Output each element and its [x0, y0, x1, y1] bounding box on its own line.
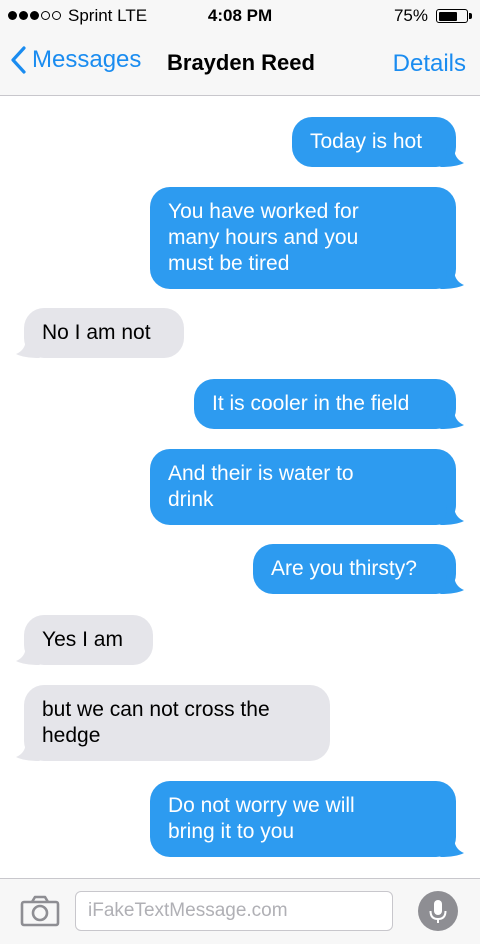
bubble-tail — [440, 147, 464, 167]
sent-message-bubble[interactable]: Today is hot — [292, 117, 456, 167]
received-message-bubble[interactable]: but we can not cross the hedge — [24, 685, 330, 761]
signal-strength-icon — [8, 11, 61, 20]
sent-message-bubble[interactable]: Are you thirsty? — [253, 544, 456, 594]
bubble-tail — [16, 338, 40, 358]
back-button[interactable]: Messages — [10, 46, 141, 74]
message-thread[interactable]: Today is hot You have worked for many hou… — [0, 96, 480, 878]
sent-message-bubble[interactable]: And their is water to drink — [150, 449, 456, 525]
bubble-tail — [440, 409, 464, 429]
sent-message-bubble[interactable]: Do not worry we will bring it to you — [150, 781, 456, 857]
status-bar: Sprint LTE 4:08 PM 75% — [0, 0, 480, 32]
microphone-icon — [429, 900, 447, 923]
carrier-label: Sprint LTE — [68, 6, 148, 25]
compose-bar — [0, 878, 480, 944]
received-message-bubble[interactable]: No I am not — [24, 308, 184, 358]
contact-name: Brayden Reed — [167, 50, 315, 75]
navigation-bar: Messages Brayden Reed Details — [0, 32, 480, 96]
received-message-bubble[interactable]: Yes I am — [24, 615, 153, 665]
sent-message-bubble[interactable]: You have worked for many hours and you m… — [150, 187, 456, 289]
camera-icon[interactable] — [20, 895, 60, 927]
bubble-tail — [16, 645, 40, 665]
bubble-tail — [440, 505, 464, 525]
chevron-left-icon — [11, 46, 26, 74]
bubble-tail — [440, 269, 464, 289]
details-button[interactable]: Details — [393, 50, 466, 78]
battery-percent: 75% — [393, 6, 428, 25]
sent-message-bubble[interactable]: It is cooler in the field — [194, 379, 456, 429]
bubble-tail — [440, 574, 464, 594]
message-input[interactable] — [75, 891, 393, 931]
microphone-button[interactable] — [418, 891, 458, 931]
back-label: Messages — [32, 46, 142, 73]
bubble-tail — [16, 741, 40, 761]
battery-icon — [436, 9, 472, 23]
bubble-tail — [440, 837, 464, 857]
